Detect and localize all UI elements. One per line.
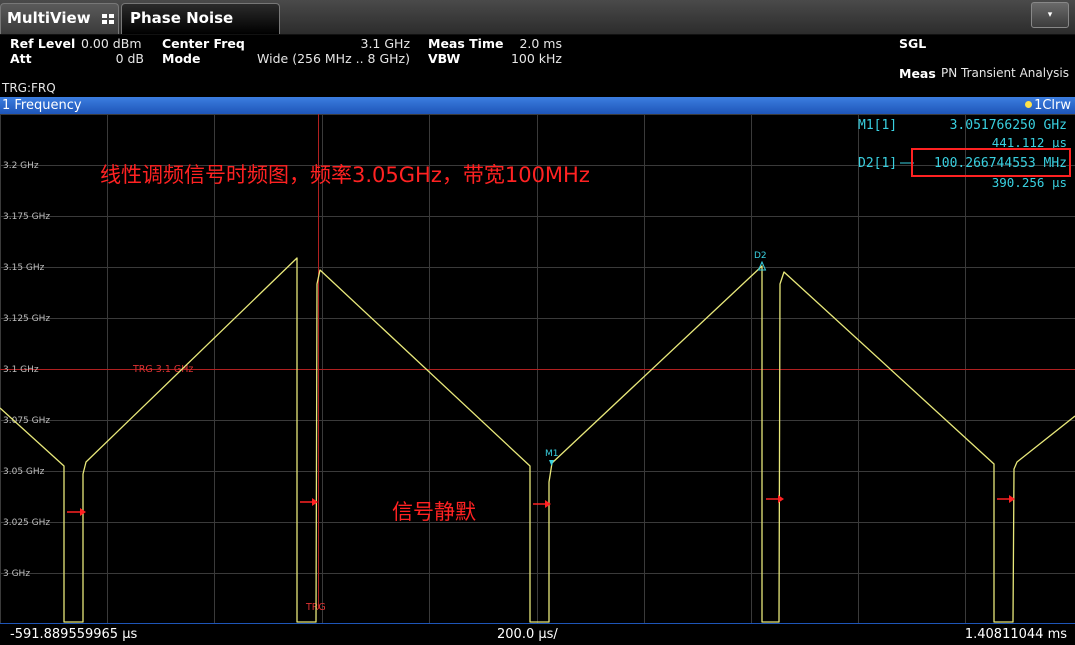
tab-multiview-label: MultiView	[7, 9, 91, 27]
sweep-mode: SGL	[899, 36, 927, 51]
d2-frequency: 100.266744553 MHz	[934, 156, 1067, 171]
window-menu-button[interactable]: ▾	[1031, 2, 1069, 28]
tab-bar: MultiView Phase Noise ▾	[0, 0, 1075, 35]
vbw-label: VBW	[428, 51, 461, 66]
y-tick-label: 3.1 GHz	[3, 365, 39, 375]
annotation-silence: 信号静默	[392, 500, 476, 524]
marker-m1-label: M1	[545, 449, 559, 459]
window-title-bar[interactable]: 1 Frequency 1Clrw	[0, 97, 1075, 114]
settings-panel[interactable]: Ref Level 0.00 dBm Att 0 dB Center Freq …	[0, 35, 1075, 97]
mode-value: Wide (256 MHz .. 8 GHz)	[257, 51, 410, 66]
m1-frequency: 3.051766250 GHz	[950, 118, 1067, 133]
annotation-caption: 线性调频信号时频图，频率3.05GHz，带宽100MHz	[100, 163, 590, 187]
grid-icon	[102, 14, 115, 25]
ref-level-label: Ref Level	[10, 36, 76, 51]
window-title: 1 Frequency	[2, 98, 82, 113]
tab-multiview[interactable]: MultiView	[0, 3, 119, 34]
x-axis-start: -591.889559965 µs	[10, 627, 138, 642]
d2-label: D2[1]	[858, 156, 897, 171]
center-freq-label: Center Freq	[162, 36, 245, 51]
chevron-down-icon: ▾	[1047, 10, 1053, 20]
y-tick-label: 3.2 GHz	[3, 161, 39, 171]
y-tick-label: 3 GHz	[3, 569, 30, 579]
y-tick-label: 3.05 GHz	[3, 467, 45, 477]
y-tick-label: 3.025 GHz	[3, 518, 50, 528]
trace-indicator-label: 1Clrw	[1034, 98, 1071, 113]
trace-dot-icon	[1025, 101, 1033, 108]
tab-phase-noise-label: Phase Noise	[130, 9, 234, 27]
trigger-source: TRG:FRQ	[2, 81, 56, 95]
marker-d2-label: D2	[754, 251, 767, 261]
y-tick-label: 3.175 GHz	[3, 212, 50, 222]
meas-value: PN Transient Analysis	[941, 66, 1070, 80]
trace-indicator: 1Clrw	[1025, 97, 1071, 114]
vbw-value: 100 kHz	[510, 51, 562, 66]
att-label: Att	[10, 51, 32, 66]
meas-label: Meas	[899, 66, 936, 81]
m1-time: 441.112 µs	[992, 135, 1067, 150]
ref-level-value: 0.00 dBm	[81, 36, 142, 51]
y-tick-label: 3.15 GHz	[3, 263, 45, 273]
x-axis-bar: -591.889559965 µs 200.0 µs/ 1.40811044 m…	[0, 623, 1075, 645]
x-axis-per-div: 200.0 µs/	[497, 627, 558, 642]
meas-time-value: 2.0 ms	[519, 36, 562, 51]
m1-label: M1[1]	[858, 118, 897, 133]
tab-phase-noise[interactable]: Phase Noise	[121, 3, 280, 34]
d2-time: 390.256 µs	[992, 175, 1067, 190]
y-tick-label: 3.125 GHz	[3, 314, 50, 324]
meas-time-label: Meas Time	[428, 36, 504, 51]
center-freq-value: 3.1 GHz	[360, 36, 411, 51]
trigger-level-label: TRG 3.1 GHz	[132, 364, 193, 375]
mode-label: Mode	[162, 51, 201, 66]
att-value: 0 dB	[115, 51, 144, 66]
x-axis-stop: 1.40811044 ms	[964, 627, 1067, 642]
frequency-plot[interactable]: 3.2 GHz 3.175 GHz 3.15 GHz 3.125 GHz 3.1…	[0, 114, 1075, 623]
